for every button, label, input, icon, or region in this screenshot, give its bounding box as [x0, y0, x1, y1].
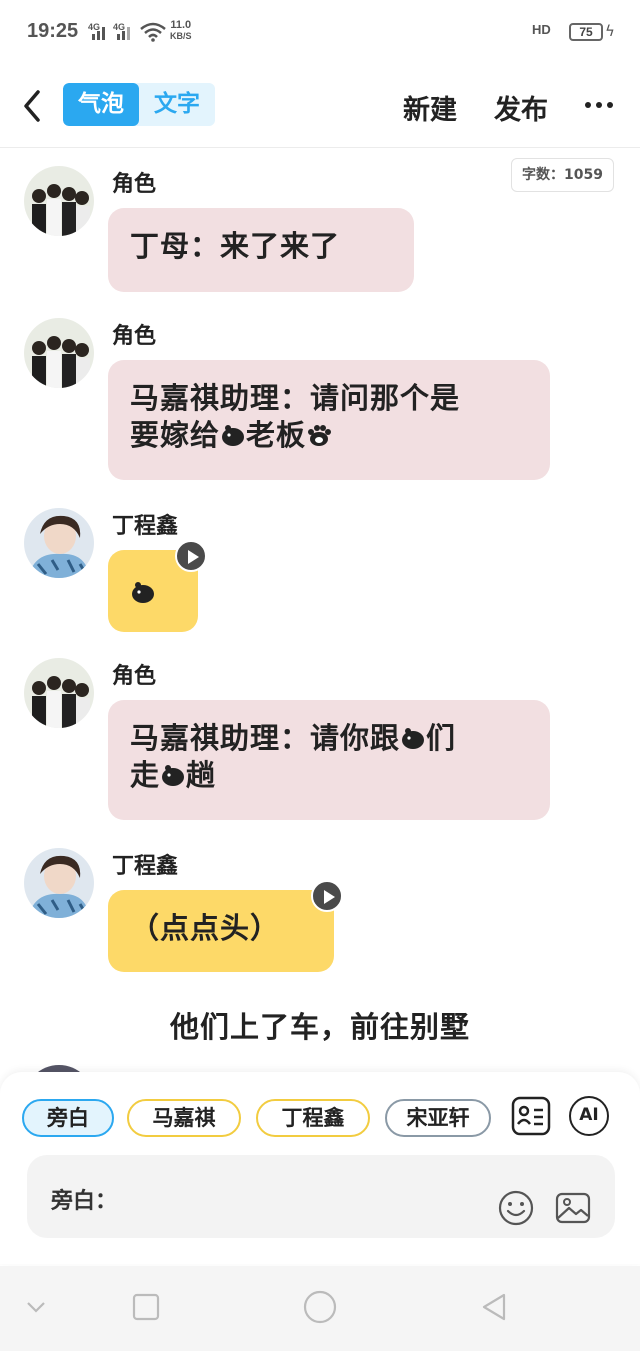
- smiley-icon[interactable]: [497, 1189, 535, 1227]
- hd-indicator: HD: [532, 22, 551, 37]
- speed-value: 11.0: [170, 19, 192, 31]
- message-text-part: 老板: [246, 418, 307, 452]
- message-text: 丁母：来了来了: [130, 229, 341, 263]
- paw-emoji-icon: [308, 425, 332, 446]
- recent-apps-icon[interactable]: [131, 1292, 161, 1322]
- chick-emoji-icon: [132, 582, 154, 603]
- publish-button[interactable]: 发布: [494, 88, 548, 127]
- role-chip-ding-chengxin[interactable]: 丁程鑫: [256, 1099, 370, 1137]
- back-icon[interactable]: [18, 86, 48, 126]
- back-nav-icon[interactable]: [479, 1292, 509, 1322]
- mode-text-tab[interactable]: 文字: [139, 83, 215, 126]
- signal-icon: [92, 27, 105, 40]
- portrait-icon: [24, 508, 94, 578]
- role-chip-song-yaxuan[interactable]: 宋亚轩: [385, 1099, 491, 1137]
- character-card-icon[interactable]: [511, 1096, 551, 1136]
- message-input-box[interactable]: 旁白：: [27, 1155, 615, 1238]
- message-text-line: 走趟: [130, 757, 528, 794]
- sender-name: 角色: [112, 172, 157, 197]
- message-bubble[interactable]: （点点头）: [108, 890, 334, 972]
- message-bubble[interactable]: 马嘉祺助理：请你跟们 走趟: [108, 700, 550, 820]
- composer-panel: 旁白 马嘉祺 丁程鑫 宋亚轩 AI 旁白：: [0, 1072, 640, 1264]
- avatar[interactable]: [24, 508, 94, 578]
- message-input[interactable]: [127, 1175, 477, 1215]
- message-text-part: 们: [426, 721, 457, 755]
- network-speed: 11.0 KB/S: [170, 20, 192, 42]
- new-button[interactable]: 新建: [403, 88, 457, 127]
- system-nav-bar: [0, 1266, 640, 1351]
- message-bubble[interactable]: 马嘉祺助理：请问那个是 要嫁给 老板: [108, 360, 550, 480]
- sender-name: 丁程鑫: [112, 514, 179, 539]
- avatar[interactable]: [24, 848, 94, 918]
- home-icon[interactable]: [303, 1290, 337, 1324]
- avatar[interactable]: [24, 318, 94, 388]
- play-icon[interactable]: [175, 540, 207, 572]
- chick-emoji-icon: [162, 765, 185, 786]
- avatar[interactable]: [24, 658, 94, 728]
- speed-unit: KB/S: [170, 31, 192, 41]
- sender-name: 丁程鑫: [112, 854, 179, 879]
- status-time: 19:25: [27, 20, 79, 42]
- ai-button[interactable]: AI: [569, 1096, 609, 1136]
- word-count-badge: 字数：1059: [511, 158, 614, 192]
- wifi-icon: [140, 22, 166, 42]
- chevron-down-icon[interactable]: [21, 1292, 51, 1322]
- status-bar: 19:25 4G 4G 11.0 KB/S HD 75 ϟ: [0, 0, 640, 64]
- message-text-part: 马嘉祺助理：请你跟: [130, 721, 401, 755]
- message-text-line: 马嘉祺助理：请你跟们: [130, 720, 528, 757]
- message-text: （点点头）: [130, 911, 281, 945]
- message-text-part: 走: [130, 758, 161, 792]
- narration-text: 他们上了车，前往别墅: [169, 1010, 470, 1044]
- play-icon[interactable]: [311, 880, 343, 912]
- role-chip-narrator[interactable]: 旁白: [22, 1099, 114, 1137]
- message-text-part: 要嫁给: [130, 418, 221, 452]
- chick-emoji-icon: [222, 425, 245, 446]
- mode-bubble-tab[interactable]: 气泡: [63, 83, 139, 126]
- image-icon[interactable]: [554, 1189, 592, 1227]
- battery-indicator: 75: [569, 23, 603, 41]
- mode-toggle: 气泡 文字: [63, 83, 215, 126]
- group-photo-icon: [24, 166, 94, 236]
- message-text-line: 要嫁给 老板: [130, 417, 528, 454]
- chat-area[interactable]: 字数：1059 角色 丁母：来了来了 角色 马嘉祺助理：请问那个是 要嫁给老板: [0, 149, 640, 1074]
- chick-emoji-icon: [402, 728, 425, 749]
- message-text-part: 趟: [186, 758, 217, 792]
- charging-icon: ϟ: [605, 22, 615, 40]
- portrait-icon: [24, 848, 94, 918]
- group-photo-icon: [24, 658, 94, 728]
- sender-name: 角色: [112, 324, 157, 349]
- input-role-label: 旁白：: [51, 1189, 118, 1214]
- more-icon[interactable]: [584, 100, 614, 110]
- avatar[interactable]: [24, 166, 94, 236]
- message-bubble[interactable]: 丁母：来了来了: [108, 208, 414, 292]
- signal-icon: [117, 27, 130, 40]
- message-text-line: 马嘉祺助理：请问那个是: [130, 381, 461, 415]
- app-header: 气泡 文字 新建 发布: [0, 64, 640, 148]
- group-photo-icon: [24, 318, 94, 388]
- role-chip-ma-jiaqi[interactable]: 马嘉祺: [127, 1099, 241, 1137]
- sender-name: 角色: [112, 664, 157, 689]
